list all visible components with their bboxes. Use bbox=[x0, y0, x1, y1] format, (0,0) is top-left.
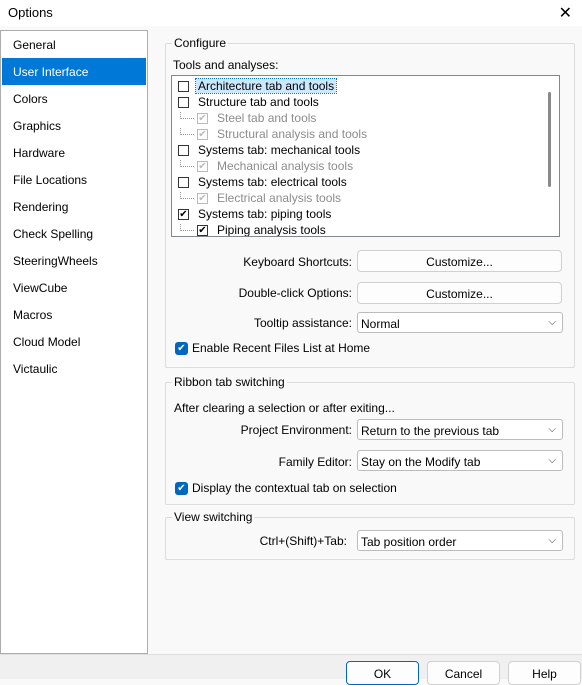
check-icon: ✔ bbox=[175, 341, 188, 355]
tooltip-value: Normal bbox=[361, 317, 400, 331]
checkbox-icon[interactable]: ✔ bbox=[197, 224, 208, 236]
sidebar-item-macros[interactable]: Macros bbox=[2, 301, 146, 328]
tooltip-select[interactable]: Normal ⌵ bbox=[357, 312, 563, 333]
tree-connector bbox=[180, 127, 194, 135]
tree-item[interactable]: ✔ Structural analysis and tools bbox=[176, 126, 367, 142]
checkbox-icon[interactable]: ✔ bbox=[197, 128, 208, 140]
project-environment-value: Return to the previous tab bbox=[361, 424, 500, 438]
tree-connector bbox=[180, 223, 194, 231]
tooltip-label: Tooltip assistance: bbox=[253, 316, 352, 330]
title-bar: Options ✕ bbox=[0, 0, 582, 26]
sidebar-item-victaulic[interactable]: Victaulic bbox=[2, 355, 146, 382]
family-editor-value: Stay on the Modify tab bbox=[361, 455, 481, 469]
keyboard-shortcuts-label: Keyboard Shortcuts: bbox=[243, 255, 352, 269]
tree-item[interactable]: Systems tab: electrical tools bbox=[178, 174, 347, 190]
tree-item-label: Electrical analysis tools bbox=[217, 191, 342, 205]
chevron-down-icon: ⌵ bbox=[548, 317, 556, 328]
tree-item[interactable]: ✔ Mechanical analysis tools bbox=[176, 158, 353, 174]
checkbox-icon[interactable] bbox=[178, 176, 189, 188]
contextual-tab-checkbox[interactable]: ✔ Display the contextual tab on selection bbox=[175, 481, 397, 495]
project-environment-label: Project Environment: bbox=[240, 423, 352, 437]
sidebar-item-cloud-model[interactable]: Cloud Model bbox=[2, 328, 146, 355]
family-editor-label: Family Editor: bbox=[278, 455, 352, 469]
sidebar-item-check-spelling[interactable]: Check Spelling bbox=[2, 220, 146, 247]
tree-connector bbox=[180, 191, 194, 199]
recent-files-checkbox[interactable]: ✔ Enable Recent Files List at Home bbox=[175, 341, 370, 355]
window-title: Options bbox=[8, 5, 53, 20]
double-click-label: Double-click Options: bbox=[238, 286, 352, 300]
tools-tree[interactable]: Architecture tab and tools Structure tab … bbox=[171, 75, 560, 237]
sidebar-item-colors[interactable]: Colors bbox=[2, 85, 146, 112]
tree-item-label: Structure tab and tools bbox=[198, 95, 319, 109]
tree-item-label: Systems tab: electrical tools bbox=[198, 175, 347, 189]
tree-item-label: Piping analysis tools bbox=[217, 223, 326, 237]
tree-item[interactable]: ✔ Electrical analysis tools bbox=[176, 190, 341, 206]
sidebar-item-hardware[interactable]: Hardware bbox=[2, 139, 146, 166]
checkbox-icon[interactable]: ✔ bbox=[197, 192, 208, 204]
chevron-down-icon: ⌵ bbox=[548, 455, 556, 466]
tree-connector bbox=[180, 111, 194, 119]
close-icon[interactable]: ✕ bbox=[559, 3, 572, 23]
double-click-customize-button[interactable]: Customize... bbox=[357, 282, 562, 304]
chevron-down-icon: ⌵ bbox=[548, 424, 556, 435]
tree-item[interactable]: Systems tab: mechanical tools bbox=[178, 142, 360, 158]
configure-title: Configure bbox=[172, 36, 229, 50]
tree-item[interactable]: ✔ Steel tab and tools bbox=[176, 110, 316, 126]
checkbox-icon[interactable]: ✔ bbox=[178, 208, 189, 220]
ctrl-tab-label: Ctrl+(Shift)+Tab: bbox=[259, 534, 347, 548]
cancel-button[interactable]: Cancel bbox=[427, 661, 500, 685]
tree-item-label: Architecture tab and tools bbox=[194, 78, 338, 94]
ctrl-tab-value: Tab position order bbox=[361, 535, 457, 549]
tree-item-label: Structural analysis and tools bbox=[217, 127, 368, 141]
tree-item-label: Systems tab: piping tools bbox=[198, 207, 332, 221]
chevron-down-icon: ⌵ bbox=[548, 535, 556, 546]
family-editor-select[interactable]: Stay on the Modify tab ⌵ bbox=[357, 450, 563, 471]
keyboard-customize-button[interactable]: Customize... bbox=[357, 250, 562, 272]
tree-item[interactable]: ✔ Systems tab: piping tools bbox=[178, 206, 331, 222]
check-icon: ✔ bbox=[175, 481, 188, 495]
tree-scrollbar[interactable] bbox=[548, 92, 551, 187]
checkbox-icon[interactable] bbox=[178, 96, 189, 108]
project-environment-select[interactable]: Return to the previous tab ⌵ bbox=[357, 419, 563, 440]
ctrl-tab-select[interactable]: Tab position order ⌵ bbox=[357, 530, 563, 551]
contextual-tab-label: Display the contextual tab on selection bbox=[192, 481, 397, 495]
tree-item-label: Systems tab: mechanical tools bbox=[198, 143, 361, 157]
sidebar-item-graphics[interactable]: Graphics bbox=[2, 112, 146, 139]
checkbox-icon[interactable]: ✔ bbox=[197, 160, 208, 172]
recent-files-label: Enable Recent Files List at Home bbox=[192, 341, 371, 355]
tree-item[interactable]: ✔ Piping analysis tools bbox=[176, 222, 326, 237]
view-switching-title: View switching bbox=[172, 510, 255, 524]
tree-item-label: Mechanical analysis tools bbox=[217, 159, 354, 173]
tree-item[interactable]: Architecture tab and tools bbox=[178, 78, 338, 94]
sidebar: General User Interface Colors Graphics Hardw… bbox=[0, 30, 148, 654]
checkbox-icon[interactable] bbox=[178, 144, 189, 156]
tree-connector bbox=[180, 159, 194, 167]
help-button[interactable]: Help bbox=[508, 661, 581, 685]
sidebar-item-file-locations[interactable]: File Locations bbox=[2, 166, 146, 193]
sidebar-item-general[interactable]: General bbox=[2, 31, 146, 58]
checkbox-icon[interactable] bbox=[178, 80, 189, 92]
sidebar-item-user-interface[interactable]: User Interface bbox=[2, 58, 146, 85]
checkbox-icon[interactable]: ✔ bbox=[197, 112, 208, 124]
sidebar-item-viewcube[interactable]: ViewCube bbox=[2, 274, 146, 301]
ribbon-title: Ribbon tab switching bbox=[172, 375, 287, 389]
sidebar-item-rendering[interactable]: Rendering bbox=[2, 193, 146, 220]
tools-label: Tools and analyses: bbox=[173, 58, 279, 72]
after-clearing-label: After clearing a selection or after exit… bbox=[174, 401, 395, 415]
tree-item-label: Steel tab and tools bbox=[217, 111, 317, 125]
sidebar-item-steeringwheels[interactable]: SteeringWheels bbox=[2, 247, 146, 274]
ok-button[interactable]: OK bbox=[346, 661, 419, 685]
tree-item[interactable]: Structure tab and tools bbox=[178, 94, 319, 110]
